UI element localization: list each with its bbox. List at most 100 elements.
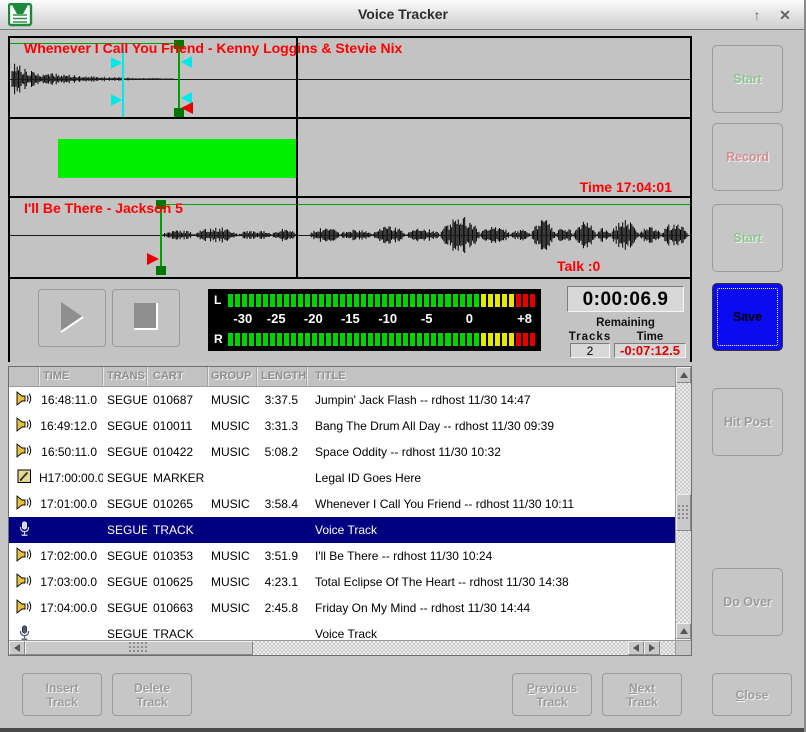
vu-segment (347, 294, 352, 307)
table-row[interactable]: 17:01:00.0SEGUE010265MUSIC3:58.4Whenever… (9, 491, 676, 517)
edit-cursor[interactable] (296, 38, 298, 277)
cell-trans: SEGUE (103, 497, 147, 511)
table-row[interactable]: 16:49:12.0SEGUE010011MUSIC3:31.3Bang The… (9, 413, 676, 439)
horizontal-scrollbar[interactable] (9, 640, 676, 655)
cell-cart: 010663 (147, 601, 208, 615)
cell-time: 17:03:00.0 (39, 575, 103, 589)
previous-track-button[interactable]: PreviousTrack (512, 673, 592, 716)
vu-segment (228, 294, 233, 307)
scroll-right-button[interactable] (644, 641, 660, 655)
insert-track-button[interactable]: InsertTrack (22, 673, 102, 716)
segue-end-marker-icon[interactable] (181, 102, 193, 114)
scrollbar-corner (675, 640, 691, 655)
save-button[interactable]: Save (712, 283, 783, 351)
speaker-icon (16, 417, 33, 432)
fade-marker-line[interactable] (122, 47, 124, 117)
scroll-left-button-2[interactable] (628, 641, 644, 655)
table-row[interactable]: SEGUETRACKVoice Track (9, 621, 676, 641)
speaker-icon (16, 547, 33, 562)
vu-segment (326, 294, 331, 307)
record-button[interactable]: Record (712, 123, 783, 191)
marker-note-icon (17, 469, 32, 484)
speaker-icon (16, 573, 33, 588)
hit-post-button[interactable]: Hit Post (712, 388, 783, 456)
play-button[interactable] (38, 289, 106, 347)
cell-group: MUSIC (208, 497, 257, 511)
stop-button[interactable] (112, 289, 180, 347)
cell-title: I'll Be There -- rdhost 11/30 10:24 (307, 549, 676, 563)
cell-cart: 010011 (147, 419, 208, 433)
cell-trans: SEGUE (103, 627, 147, 641)
delete-track-button[interactable]: DeleteTrack (112, 673, 192, 716)
table-row[interactable]: H17:00:00.0SEGUEMARKERLegal ID Goes Here (9, 465, 676, 491)
scroll-left-button[interactable] (9, 641, 25, 655)
vertical-scroll-thumb[interactable] (676, 494, 691, 531)
horizontal-scroll-thumb[interactable] (25, 641, 253, 655)
header-trans[interactable]: TRANS (103, 367, 147, 386)
vu-left-label: L (214, 293, 228, 307)
header-cart[interactable]: CART (147, 367, 208, 386)
fade-marker-top-icon[interactable] (111, 57, 122, 69)
segue-fade-top-icon[interactable] (181, 56, 192, 68)
start-track3-button[interactable]: Start (712, 204, 783, 272)
microphone-icon (18, 521, 31, 537)
track3-start-marker-icon[interactable] (147, 253, 159, 265)
table-row[interactable]: 16:50:11.0SEGUE010422MUSIC5:08.2Space Od… (9, 439, 676, 465)
track3-handle-bottom[interactable] (156, 266, 166, 275)
cell-cart: 010422 (147, 445, 208, 459)
cell-icon (9, 391, 39, 409)
cell-group: MUSIC (208, 393, 257, 407)
do-over-button[interactable]: Do Over (712, 568, 783, 636)
waveform-area[interactable]: Whenever I Call You Friend - Kenny Loggi… (10, 38, 690, 277)
close-window-icon[interactable]: ✕ (774, 5, 796, 25)
vu-segment (277, 294, 282, 307)
cell-icon (9, 469, 39, 487)
log-table-header[interactable]: TIME TRANS CART GROUP LENGTH TITLE (9, 367, 676, 387)
cell-time: 17:02:00.0 (39, 549, 103, 563)
button-label-line: Track (536, 695, 567, 709)
vu-segment (460, 294, 465, 307)
vu-segment (403, 294, 408, 307)
cell-length: 3:51.9 (257, 549, 307, 563)
close-button[interactable]: Close (712, 673, 792, 716)
scroll-up-button-2[interactable] (676, 623, 691, 639)
shade-window-icon[interactable]: ↑ (746, 5, 768, 25)
voice-track-block[interactable] (58, 139, 298, 178)
table-row[interactable]: 17:03:00.0SEGUE010625MUSIC4:23.1Total Ec… (9, 569, 676, 595)
cell-trans: SEGUE (103, 419, 147, 433)
vu-segment (375, 294, 380, 307)
vu-left-row: L (214, 293, 535, 307)
vu-segment (333, 294, 338, 307)
vu-segment (445, 333, 450, 346)
table-row[interactable]: SEGUETRACKVoice Track (9, 517, 676, 543)
track-editor-panel: Whenever I Call You Friend - Kenny Loggi… (8, 36, 692, 362)
next-track-button[interactable]: NextTrack (602, 673, 682, 716)
header-length[interactable]: LENGTH (257, 367, 307, 386)
button-label-line: Track (626, 695, 657, 709)
vu-segment (417, 294, 422, 307)
vu-segment (502, 294, 507, 307)
table-row[interactable]: 17:04:00.0SEGUE010663MUSIC2:45.8Friday O… (9, 595, 676, 621)
stop-icon (113, 290, 177, 344)
cell-time: 17:01:00.0 (39, 497, 103, 511)
vertical-scrollbar[interactable] (675, 367, 691, 655)
header-time[interactable]: TIME (39, 367, 103, 386)
vu-segment (516, 294, 521, 307)
cell-title: Friday On My Mind -- rdhost 11/30 14:44 (307, 601, 676, 615)
voice-tracker-window: { "titlebar": { "title": "Voice Tracker"… (0, 0, 806, 732)
vu-segment (467, 333, 472, 346)
fade-marker-bottom-icon[interactable] (111, 94, 122, 106)
header-group[interactable]: GROUP (208, 367, 257, 386)
cell-icon (9, 599, 39, 617)
titlebar[interactable]: Voice Tracker ↑ ✕ (0, 0, 806, 30)
header-icon-col[interactable] (9, 367, 39, 386)
table-row[interactable]: 17:02:00.0SEGUE010353MUSIC3:51.9I'll Be … (9, 543, 676, 569)
scroll-up-button[interactable] (676, 367, 691, 383)
table-row[interactable]: 16:48:11.0SEGUE010687MUSIC3:37.5Jumpin' … (9, 387, 676, 413)
cell-cart: MARKER (147, 471, 208, 485)
cell-length: 4:23.1 (257, 575, 307, 589)
header-title[interactable]: TITLE (307, 367, 676, 386)
vu-scale-tick: 0 (466, 311, 473, 326)
start-track1-button[interactable]: Start (712, 45, 783, 113)
vu-segment (319, 294, 324, 307)
